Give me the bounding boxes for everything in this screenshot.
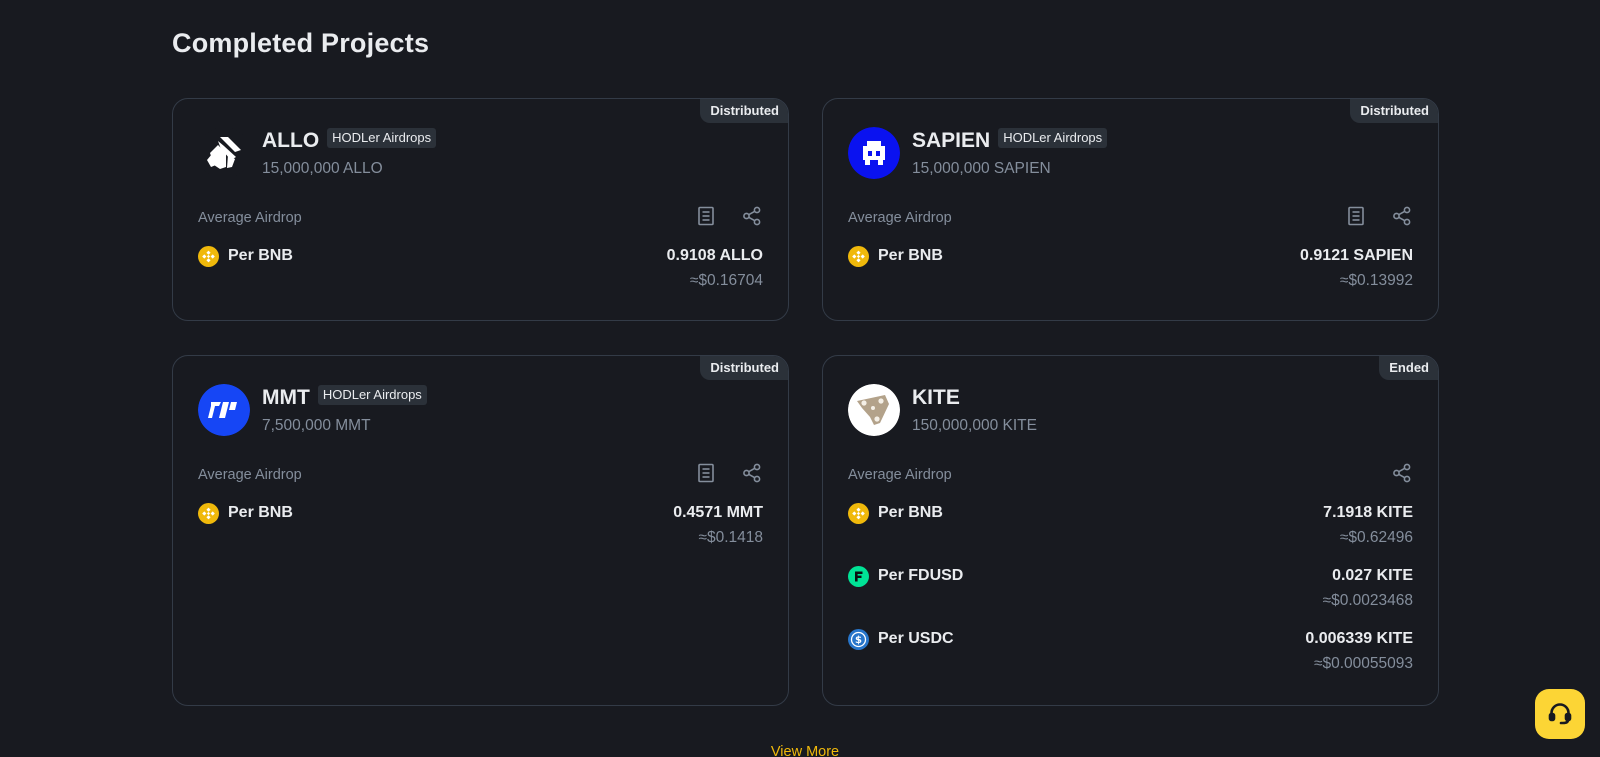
project-name-text: MMT	[262, 386, 310, 409]
airdrop-row-bnb: Per BNB 0.9108 ALLO ≈$0.16704	[198, 244, 763, 294]
kite-logo-icon	[848, 384, 900, 436]
project-card-mmt[interactable]: Distributed MMT HODLer Airdrops 7,500,000…	[172, 355, 789, 706]
document-icon[interactable]	[695, 462, 717, 484]
per-token-label: Per BNB	[878, 247, 943, 264]
per-token-label: Per USDC	[878, 630, 954, 647]
airdrop-usd-value: ≈$0.13992	[1339, 272, 1413, 289]
airdrop-usd-value: ≈$0.00055093	[1313, 655, 1413, 672]
airdrop-usd-value: ≈$0.16704	[689, 272, 763, 289]
project-name-text: ALLO	[262, 129, 320, 152]
airdrop-usd-value: ≈$0.62496	[1339, 529, 1413, 546]
airdrop-usd-value: ≈$0.0023468	[1322, 592, 1413, 609]
usdc-icon: $	[848, 629, 869, 650]
airdrop-row-fdusd: Per FDUSD 0.027 KITE ≈$0.0023468	[848, 564, 1413, 614]
share-icon[interactable]	[741, 205, 763, 227]
average-airdrop-label: Average Airdrop	[848, 210, 952, 226]
airdrop-row-bnb: Per BNB 7.1918 KITE ≈$0.62496	[848, 501, 1413, 551]
project-name-text: SAPIEN	[912, 129, 991, 152]
per-token-label: Per FDUSD	[878, 567, 964, 584]
average-airdrop-label: Average Airdrop	[198, 467, 302, 483]
share-icon[interactable]	[1391, 205, 1413, 227]
average-airdrop-label: Average Airdrop	[198, 210, 302, 226]
project-card-allo[interactable]: Distributed ALLO HODLer Airdrops 15,000,0…	[172, 98, 789, 321]
token-supply: 15,000,000 ALLO	[262, 160, 383, 177]
airdrop-amount: 0.006339 KITE	[1305, 630, 1413, 647]
average-airdrop-label: Average Airdrop	[848, 467, 952, 483]
project-card-kite[interactable]: Ended KITE 150,000,000 KITE Average Aird…	[822, 355, 1439, 706]
airdrop-usd-value: ≈$0.1418	[698, 529, 763, 546]
bnb-icon	[848, 503, 869, 524]
token-supply: 15,000,000 SAPIEN	[912, 160, 1051, 177]
allo-logo-icon	[198, 127, 250, 179]
fdusd-icon	[848, 566, 869, 587]
sapien-logo-icon	[848, 127, 900, 179]
airdrop-row-usdc: $ Per USDC 0.006339 KITE ≈$0.00055093	[848, 627, 1413, 677]
status-badge: Distributed	[1350, 99, 1438, 123]
token-supply: 7,500,000 MMT	[262, 417, 371, 434]
section-title: Completed Projects	[172, 28, 430, 58]
project-name: SAPIEN HODLer Airdrops	[912, 128, 1108, 153]
airdrop-row-bnb: Per BNB 0.9121 SAPIEN ≈$0.13992	[848, 244, 1413, 294]
document-icon[interactable]	[1345, 205, 1367, 227]
hodler-airdrops-tag: HODLer Airdrops	[317, 385, 427, 406]
bnb-icon	[198, 503, 219, 524]
document-icon[interactable]	[695, 205, 717, 227]
completed-projects-page: Completed Projects Distributed ALLO HODLe…	[0, 0, 1600, 757]
status-badge: Distributed	[700, 356, 788, 380]
per-token-label: Per BNB	[228, 504, 293, 521]
svg-text:$: $	[855, 635, 862, 646]
status-badge: Distributed	[700, 99, 788, 123]
mmt-logo-icon	[198, 384, 250, 436]
hodler-airdrops-tag: HODLer Airdrops	[327, 128, 437, 149]
token-supply: 150,000,000 KITE	[912, 417, 1037, 434]
project-name: ALLO HODLer Airdrops	[262, 128, 437, 153]
airdrop-amount: 0.9121 SAPIEN	[1300, 247, 1413, 264]
per-token-label: Per BNB	[228, 247, 293, 264]
airdrop-amount: 0.4571 MMT	[673, 504, 763, 521]
hodler-airdrops-tag: HODLer Airdrops	[998, 128, 1108, 149]
project-card-sapien[interactable]: Distributed SAPIEN HODLer Airdrops 15,000…	[822, 98, 1439, 321]
share-icon[interactable]	[1391, 462, 1413, 484]
project-name: KITE	[912, 386, 960, 410]
project-name: MMT HODLer Airdrops	[262, 385, 427, 410]
airdrop-amount: 7.1918 KITE	[1323, 504, 1413, 521]
project-name-text: KITE	[912, 386, 960, 409]
airdrop-amount: 0.9108 ALLO	[666, 247, 763, 264]
share-icon[interactable]	[741, 462, 763, 484]
bnb-icon	[198, 246, 219, 267]
headset-icon	[1548, 703, 1572, 725]
airdrop-amount: 0.027 KITE	[1332, 567, 1413, 584]
status-badge: Ended	[1379, 356, 1438, 380]
support-button[interactable]	[1535, 689, 1585, 739]
per-token-label: Per BNB	[878, 504, 943, 521]
view-more-link[interactable]: View More	[0, 744, 1600, 757]
airdrop-row-bnb: Per BNB 0.4571 MMT ≈$0.1418	[198, 501, 763, 551]
bnb-icon	[848, 246, 869, 267]
